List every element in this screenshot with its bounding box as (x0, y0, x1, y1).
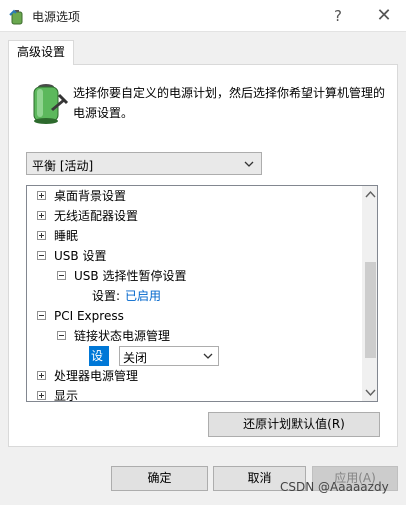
chevron-down-icon (244, 161, 254, 167)
battery-icon (33, 84, 69, 124)
power-plan-select[interactable]: 平衡 [活动] (26, 152, 262, 175)
help-button[interactable]: ? (316, 0, 360, 32)
setting-label: 设置: (92, 289, 121, 303)
tree-item-label: 睡眠 (54, 229, 79, 243)
link-state-select[interactable]: 关闭 (119, 346, 219, 366)
expand-icon[interactable] (37, 371, 46, 380)
collapse-icon[interactable] (57, 331, 66, 340)
expand-icon[interactable] (37, 191, 46, 200)
power-plan-value: 平衡 [活动] (32, 159, 94, 173)
expand-icon[interactable] (37, 231, 46, 240)
scroll-down-icon[interactable] (362, 384, 378, 401)
ok-button[interactable]: 确定 (111, 466, 208, 491)
tab-advanced-settings[interactable]: 高级设置 (8, 40, 74, 65)
collapse-icon[interactable] (57, 271, 66, 280)
link-state-value: 关闭 (123, 351, 148, 365)
title-bar: 电源选项 ? ✕ (0, 0, 406, 32)
scroll-up-icon[interactable] (362, 186, 378, 203)
description-text: 选择你要自定义的电源计划，然后选择你希望计算机管理的电源设置。 (73, 86, 386, 120)
collapse-icon[interactable] (37, 311, 46, 320)
tree-item-label: 显示 (54, 389, 79, 402)
tree-item-label: PCI Express (54, 309, 124, 323)
tree-item-label: USB 设置 (54, 249, 107, 263)
scroll-thumb[interactable] (365, 262, 376, 358)
restore-defaults-button[interactable]: 还原计划默认值(R) (208, 412, 380, 437)
setting-label-selected: 设置: (89, 346, 110, 383)
collapse-icon[interactable] (37, 251, 46, 260)
setting-value-link[interactable]: 已启用 (125, 286, 161, 306)
window-title: 电源选项 (32, 10, 81, 24)
expand-icon[interactable] (37, 211, 46, 220)
settings-tree[interactable]: 桌面背景设置 无线适配器设置 睡眠 USB 设置 USB 选择性暂停设置 设置:… (26, 185, 378, 402)
tree-scrollbar[interactable] (362, 186, 378, 401)
tree-item-label: 桌面背景设置 (54, 189, 127, 203)
tree-item-label: 链接状态电源管理 (74, 329, 171, 343)
tree-item-label: 处理器电源管理 (54, 369, 139, 383)
watermark: CSDN @Aaaaazdy (280, 480, 389, 494)
advanced-settings-panel: 选择你要自定义的电源计划，然后选择你希望计算机管理的电源设置。 平衡 [活动] … (8, 64, 398, 447)
expand-icon[interactable] (37, 391, 46, 400)
close-button[interactable]: ✕ (362, 0, 406, 32)
power-options-icon (9, 9, 23, 25)
tree-item-label: USB 选择性暂停设置 (74, 269, 187, 283)
tree-item-label: 无线适配器设置 (54, 209, 139, 223)
chevron-down-icon (203, 353, 213, 359)
